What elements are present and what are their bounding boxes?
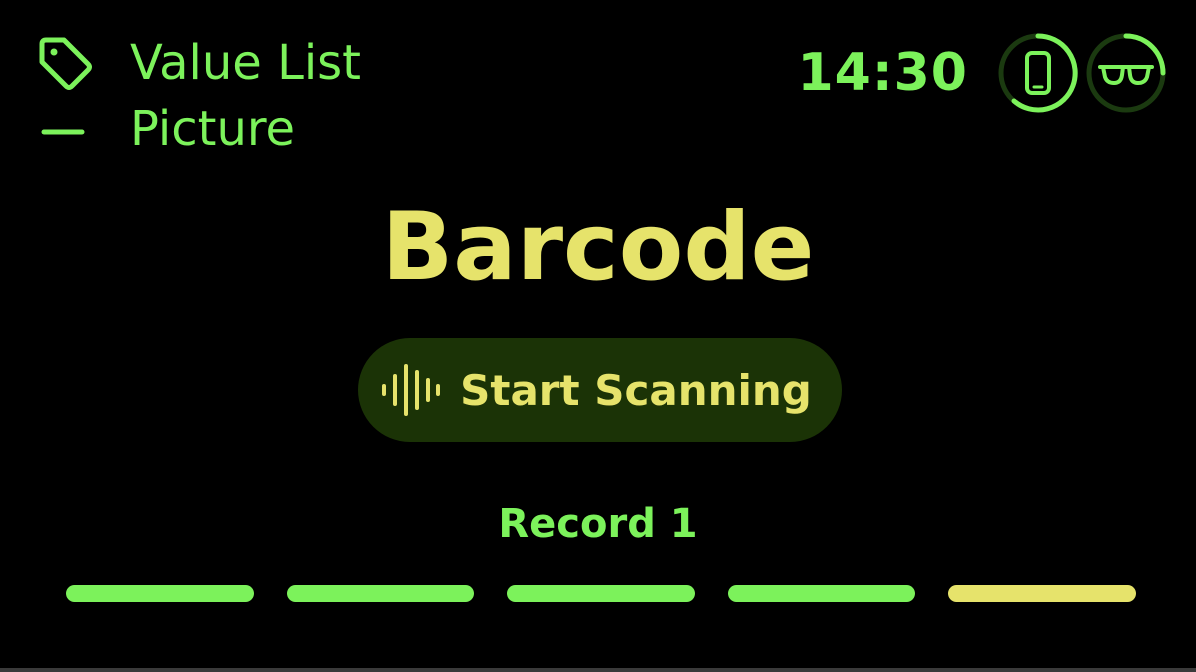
progress-step-4: [727, 585, 916, 602]
status-bar: 14:30: [797, 30, 1168, 116]
tag-icon: [39, 37, 92, 90]
phone-icon[interactable]: [996, 31, 1080, 115]
clock: 14:30: [797, 43, 968, 103]
breadcrumb-label: Picture: [130, 101, 296, 157]
dash-icon: [41, 129, 85, 135]
record-label: Record 1: [498, 501, 698, 547]
breadcrumb-label: Value List: [130, 35, 361, 91]
glasses-icon[interactable]: [1084, 31, 1168, 115]
bottom-edge: [0, 668, 1196, 672]
start-scanning-label: Start Scanning: [460, 365, 812, 415]
start-scanning-button[interactable]: Start Scanning: [358, 338, 842, 442]
page-title: Barcode: [381, 193, 815, 302]
progress-steps: [66, 585, 1136, 603]
barcode-scan-icon: [382, 364, 441, 416]
progress-step-3: [507, 585, 695, 602]
progress-step-2: [286, 585, 475, 602]
progress-step-1: [66, 585, 254, 602]
progress-step-5: [948, 585, 1136, 602]
